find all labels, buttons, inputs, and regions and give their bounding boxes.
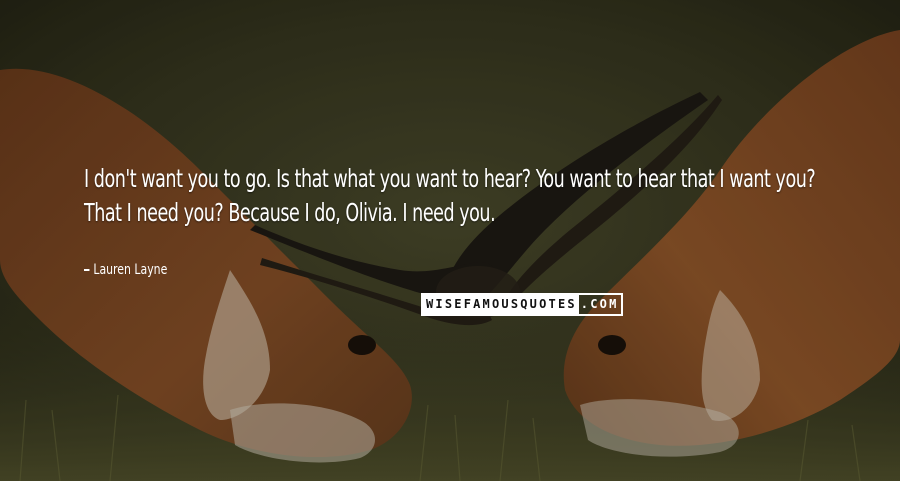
dash-icon [84,269,90,271]
brand-logo: WISEFAMOUSQUOTES .COM [421,293,623,316]
author-line: Lauren Layne [84,262,167,278]
darken-overlay [0,0,900,481]
author-name: Lauren Layne [93,262,168,278]
quote-text: I don't want you to go. Is that what you… [84,164,816,227]
quote-image: I don't want you to go. Is that what you… [0,0,900,481]
brand-name: WISEFAMOUSQUOTES [423,295,579,314]
brand-domain: .COM [580,297,619,311]
